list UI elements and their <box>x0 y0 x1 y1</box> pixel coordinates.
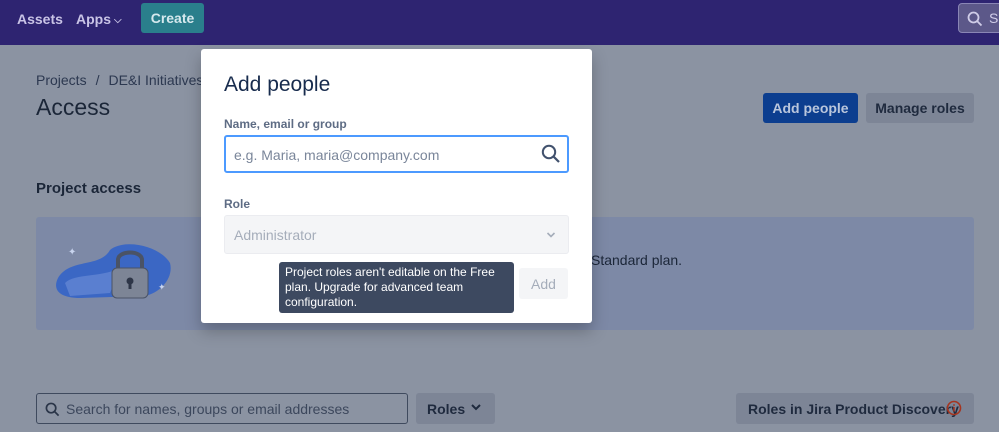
chevron-down-icon <box>546 232 556 238</box>
breadcrumb-separator: / <box>95 72 100 88</box>
people-search-input[interactable]: Search for names, groups or email addres… <box>36 393 408 424</box>
role-select[interactable]: Administrator <box>224 215 569 254</box>
search-icon <box>541 144 560 163</box>
roles-in-jpd-label: Roles in Jira Product Discovery <box>748 401 959 417</box>
search-icon <box>967 11 983 27</box>
manage-roles-button[interactable]: Manage roles <box>866 93 974 123</box>
nav-apps-label: Apps <box>76 11 111 27</box>
global-search-input[interactable]: Se <box>958 3 999 33</box>
top-nav: Assets Apps⌵ Create Se <box>0 0 999 45</box>
breadcrumb: Projects / DE&I Initiatives <box>36 72 203 88</box>
nav-assets[interactable]: Assets <box>17 11 63 27</box>
people-search-placeholder: Search for names, groups or email addres… <box>66 401 350 417</box>
breadcrumb-project[interactable]: DE&I Initiatives <box>108 72 203 88</box>
dialog-title: Add people <box>224 73 331 96</box>
role-field-label: Role <box>224 197 251 211</box>
role-tooltip: Project roles aren't editable on the Fre… <box>279 262 514 313</box>
chevron-down-icon <box>471 404 481 411</box>
nav-apps[interactable]: Apps ⌵ <box>76 11 122 27</box>
name-email-group-input[interactable]: e.g. Maria, maria@company.com <box>224 135 569 173</box>
search-icon <box>45 402 60 417</box>
create-button[interactable]: Create <box>141 3 204 33</box>
roles-filter-label: Roles <box>427 401 466 417</box>
svg-text:✦: ✦ <box>158 283 166 293</box>
role-select-value: Administrator <box>234 227 317 243</box>
lock-illustration: ✦ ✦ <box>56 244 171 299</box>
name-input-placeholder: e.g. Maria, maria@company.com <box>234 147 440 163</box>
add-people-button[interactable]: Add people <box>763 93 858 123</box>
banner-text: Standard plan. <box>591 252 683 268</box>
page-title: Access <box>36 94 111 120</box>
project-access-heading: Project access <box>36 180 142 197</box>
chevron-down-icon: ⌵ <box>114 15 122 26</box>
global-search-text: Se <box>989 10 999 26</box>
breadcrumb-projects[interactable]: Projects <box>36 72 87 88</box>
svg-text:✦: ✦ <box>68 247 76 258</box>
add-button[interactable]: Add <box>519 268 568 299</box>
roles-in-jpd-button[interactable]: Roles in Jira Product Discovery <box>736 393 974 424</box>
roles-filter-button[interactable]: Roles <box>416 393 495 424</box>
name-field-label: Name, email or group <box>224 117 347 131</box>
info-icon <box>946 400 962 416</box>
